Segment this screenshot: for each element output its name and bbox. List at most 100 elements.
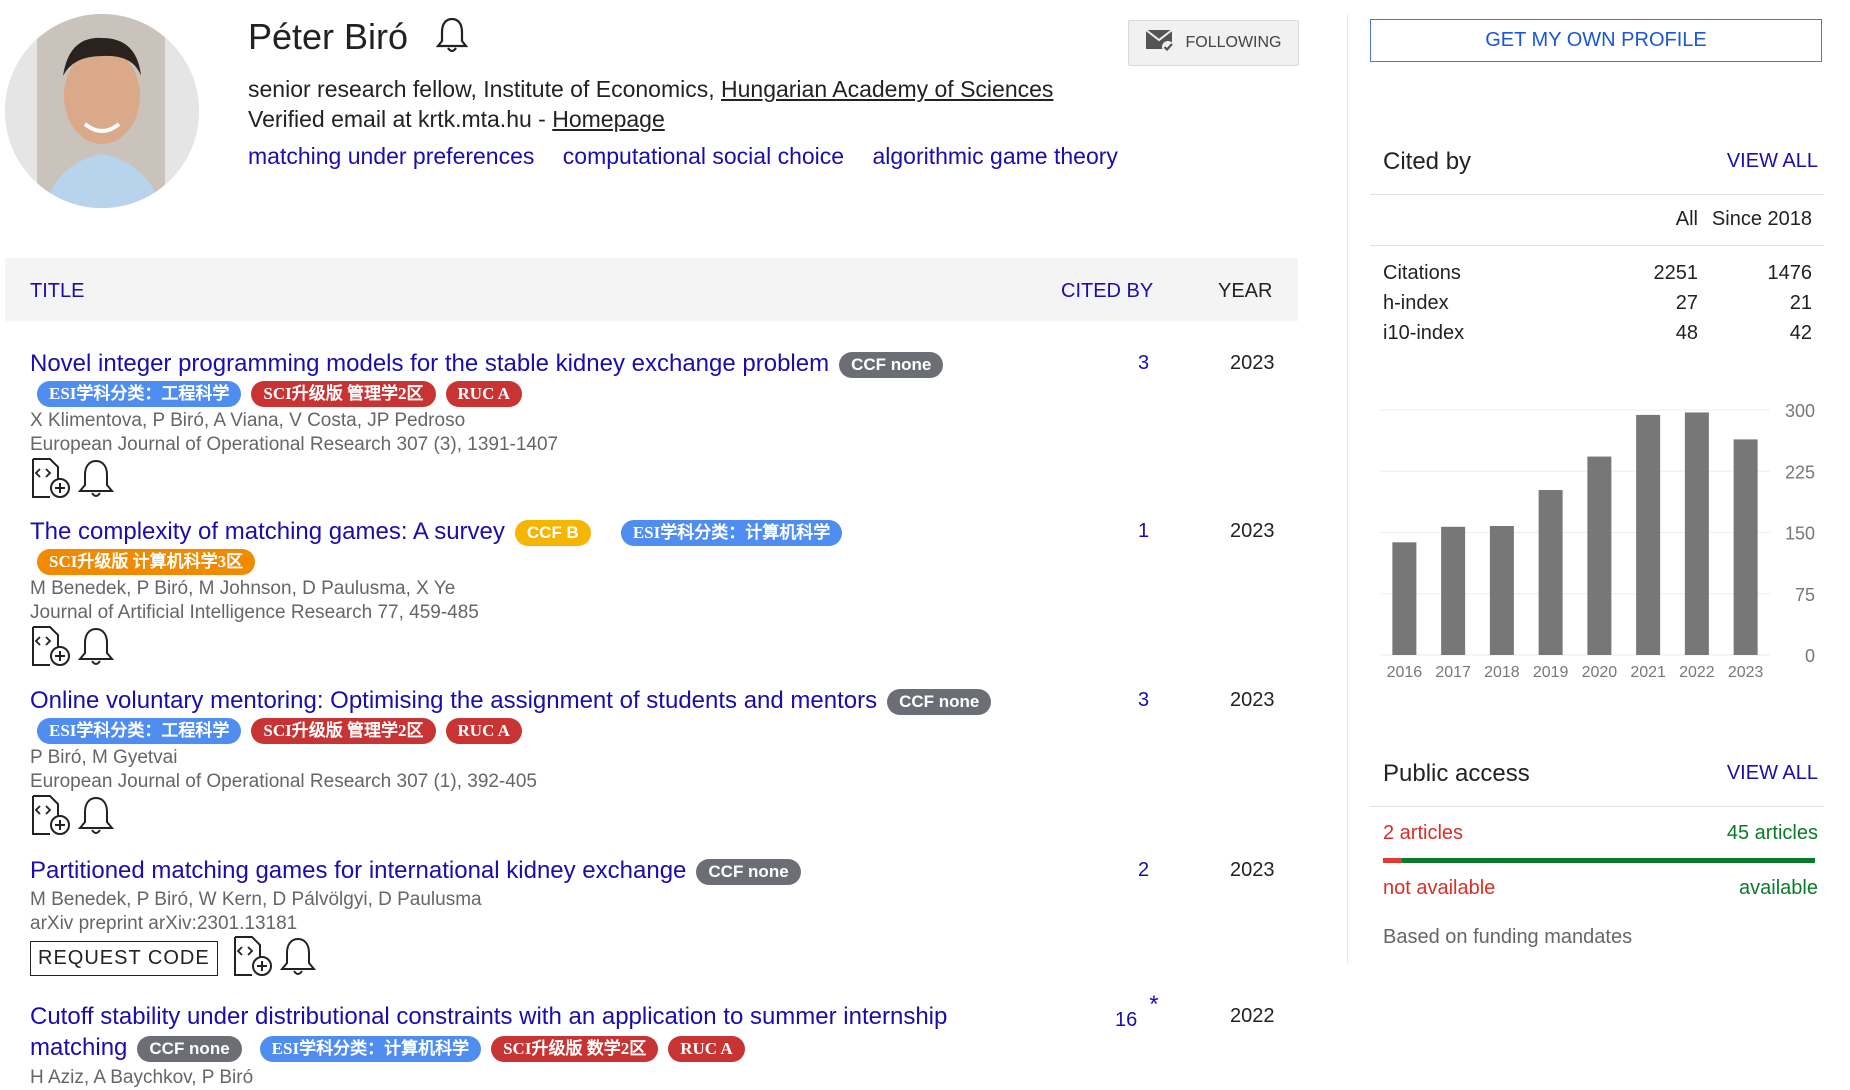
affiliation-link[interactable]: Hungarian Academy of Sciences <box>721 76 1053 102</box>
citation-bar-2016[interactable] <box>1392 542 1417 655</box>
article-title-line: Online voluntary mentoring: Optimising t… <box>30 685 992 716</box>
article-title[interactable]: Online voluntary mentoring: Optimising t… <box>30 687 877 714</box>
interest-link[interactable]: matching under preferences <box>248 143 534 169</box>
article-authors: M Benedek, P Biró, M Johnson, D Paulusma… <box>30 578 456 599</box>
bell-icon[interactable] <box>435 16 469 63</box>
cited-by-number: 16 <box>1115 1009 1138 1031</box>
merged-citations-mark[interactable]: * <box>1149 991 1158 1018</box>
article-authors: M Benedek, P Biró, W Kern, D Pálvölgyi, … <box>30 889 482 910</box>
citation-bar-2021[interactable] <box>1636 414 1661 655</box>
article-title-line: Cutoff stability under distributional co… <box>30 1001 947 1032</box>
sci-badge: SCI升级版 数学2区 <box>491 1035 659 1062</box>
code-add-icon[interactable] <box>30 457 72 504</box>
x-tick-label: 2020 <box>1582 664 1618 681</box>
article-authors: X Klimentova, P Biró, A Viana, V Costa, … <box>30 410 466 431</box>
esi-badge: ESI学科分类：工程科学 <box>37 718 242 744</box>
article-year: 2023 <box>1230 520 1275 542</box>
badge-row: ESI学科分类：工程科学 SCI升级版 管理学2区 RUC A <box>27 381 522 407</box>
homepage-link[interactable]: Homepage <box>552 106 665 132</box>
article-year: 2023 <box>1230 352 1275 374</box>
stat-since: 1476 <box>1767 262 1813 284</box>
ccf-badge: CCF none <box>839 351 944 378</box>
article-venue: European Journal of Operational Research… <box>30 434 559 455</box>
code-add-icon[interactable] <box>232 935 274 982</box>
article-tools <box>30 794 115 841</box>
y-tick-label: 225 <box>1785 462 1815 482</box>
badge-row: ESI学科分类：工程科学 SCI升级版 管理学2区 RUC A <box>27 718 522 744</box>
profile-main: Péter Biró FOLLOWING senior research fel… <box>0 0 1300 1090</box>
bell-icon[interactable] <box>77 457 115 504</box>
article-venue: European Journal of Operational Research… <box>30 771 537 792</box>
col-since-header: Since 2018 <box>1711 208 1812 230</box>
cited-by-count[interactable]: 16 * <box>1115 991 1159 1033</box>
citation-bar-2018[interactable] <box>1489 525 1514 655</box>
article-title[interactable]: Novel integer programming models for the… <box>30 350 829 377</box>
article-title[interactable]: Partitioned matching games for internati… <box>30 857 686 884</box>
interest-link[interactable]: computational social choice <box>563 143 844 169</box>
profile-photo <box>5 14 199 208</box>
profile-photo-illustration <box>5 14 199 208</box>
article-title-line: Novel integer programming models for the… <box>30 348 944 379</box>
cited-by-count[interactable]: 3 <box>1138 689 1149 712</box>
y-tick-label: 300 <box>1785 401 1815 421</box>
bell-icon[interactable] <box>77 794 115 841</box>
sort-by-title[interactable]: TITLE <box>30 280 84 303</box>
bell-icon[interactable] <box>77 625 115 672</box>
bell-icon[interactable] <box>279 935 316 982</box>
article-tools <box>30 625 115 672</box>
sort-by-year[interactable]: YEAR <box>1218 280 1272 303</box>
stat-label: h-index <box>1383 292 1449 314</box>
article-year: 2023 <box>1230 689 1275 711</box>
available-label: available <box>1739 877 1818 899</box>
cited-by-view-all[interactable]: VIEW ALL <box>1727 150 1818 173</box>
public-access-view-all[interactable]: VIEW ALL <box>1727 762 1818 785</box>
profile-name: Péter Biró <box>248 16 469 63</box>
ruc-badge: RUC A <box>668 1035 745 1062</box>
code-add-icon[interactable] <box>30 794 72 841</box>
not-available-count[interactable]: 2 articles <box>1383 822 1463 845</box>
verified-email: Verified email at krtk.mta.hu - Homepage <box>248 106 665 133</box>
articles-table-header: TITLE CITED BY YEAR <box>5 258 1298 321</box>
mail-check-icon <box>1145 28 1175 58</box>
following-button[interactable]: FOLLOWING <box>1128 20 1299 66</box>
citation-bar-2017[interactable] <box>1441 526 1466 655</box>
article-title[interactable]: Cutoff stability under distributional co… <box>30 1003 947 1030</box>
get-own-profile-button[interactable]: GET MY OWN PROFILE <box>1370 19 1822 62</box>
ccf-badge: CCF none <box>887 688 992 715</box>
citation-bar-2020[interactable] <box>1587 456 1612 655</box>
cited-by-count[interactable]: 1 <box>1138 520 1149 543</box>
y-tick-label: 150 <box>1785 524 1815 544</box>
article-title[interactable]: matching <box>30 1034 127 1061</box>
y-tick-label: 75 <box>1795 585 1815 605</box>
request-code-button[interactable]: REQUEST CODE <box>30 941 218 976</box>
cited-by-count[interactable]: 3 <box>1138 352 1149 375</box>
esi-badge: ESI学科分类：计算机科学 <box>620 519 843 546</box>
interest-link[interactable]: algorithmic game theory <box>872 143 1117 169</box>
sort-by-cited[interactable]: CITED BY <box>1061 280 1153 303</box>
x-tick-label: 2017 <box>1435 664 1471 681</box>
divider-line <box>1370 194 1824 195</box>
article-title-line: The complexity of matching games: A surv… <box>30 516 843 547</box>
ccf-badge: CCF none <box>137 1035 242 1062</box>
email-text: Verified email at krtk.mta.hu - <box>248 106 553 132</box>
article-venue: arXiv preprint arXiv:2301.13181 <box>30 913 298 934</box>
available-count[interactable]: 45 articles <box>1727 822 1818 845</box>
ccf-badge: CCF none <box>696 858 801 885</box>
article-tools <box>30 457 115 504</box>
citation-bar-2019[interactable] <box>1538 490 1563 655</box>
ruc-badge: RUC A <box>445 718 522 744</box>
stat-label: Citations <box>1383 262 1461 284</box>
affiliation: senior research fellow, Institute of Eco… <box>248 76 1053 103</box>
code-add-icon[interactable] <box>30 625 72 672</box>
sci-badge: SCI升级版 计算机科学3区 <box>37 549 256 575</box>
stat-since: 42 <box>1789 322 1812 344</box>
citation-bar-2022[interactable] <box>1684 412 1709 655</box>
citation-bar-2023[interactable] <box>1733 439 1758 655</box>
esi-badge: ESI学科分类：计算机科学 <box>259 1035 482 1062</box>
article-authors: H Aziz, A Baychkov, P Biró <box>30 1067 254 1088</box>
article-title[interactable]: The complexity of matching games: A surv… <box>30 518 505 545</box>
cited-by-count[interactable]: 2 <box>1138 859 1149 882</box>
article-title-line: matching CCF none ESI学科分类：计算机科学 SCI升级版 数学2区… <box>30 1032 745 1063</box>
x-tick-label: 2021 <box>1630 664 1666 681</box>
stat-label: i10-index <box>1383 322 1465 344</box>
